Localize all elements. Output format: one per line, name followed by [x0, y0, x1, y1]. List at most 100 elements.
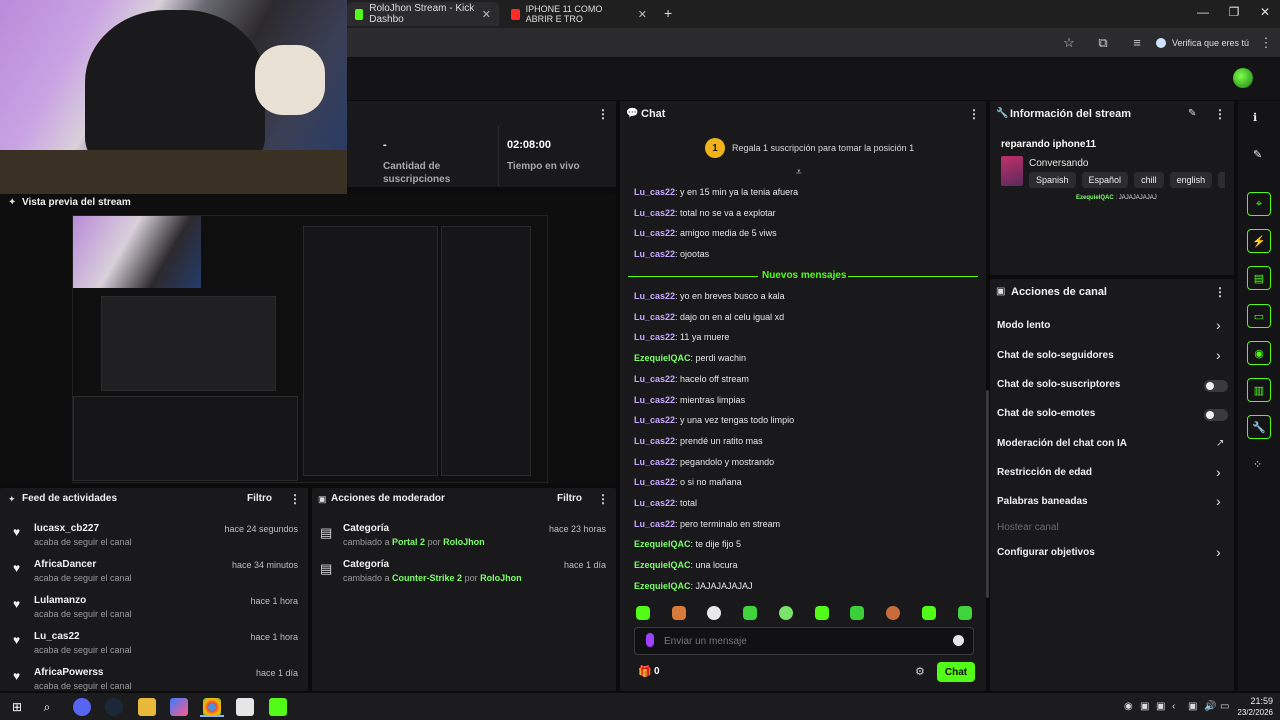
chrome-icon[interactable]	[203, 698, 221, 716]
volume-icon[interactable]: 🔊	[1204, 701, 1216, 712]
verify-identity-chip[interactable]: Verifica que eres tú	[1156, 33, 1249, 53]
kebab-menu-icon[interactable]: ⋮	[289, 492, 301, 506]
app-icon[interactable]	[236, 698, 254, 716]
stream-tag[interactable]: english	[1169, 172, 1213, 188]
gift-sub-promo[interactable]: Regala 1 suscripción para tomar la posic…	[732, 143, 914, 153]
toggle-switch[interactable]	[1204, 380, 1228, 392]
settings-gear-icon[interactable]: ⚙	[915, 665, 925, 678]
tray-app-icon[interactable]: ▣	[1188, 701, 1197, 712]
new-tab-button[interactable]: +	[664, 5, 672, 21]
channel-action-item[interactable]: Configurar objetivos	[997, 547, 1095, 558]
mod-target-link[interactable]: Portal 2	[392, 537, 425, 547]
feed-user-name[interactable]: Lulamanzo	[34, 595, 86, 606]
chat-username[interactable]: Lu_cas22	[634, 249, 675, 259]
channel-action-item[interactable]: Modo lento	[997, 320, 1050, 331]
windows-start-icon[interactable]: ⊞	[8, 698, 26, 716]
tab-youtube-video[interactable]: IPHONE 11 COMO ABRIR E TRO ✕	[503, 2, 655, 26]
feed-filter-button[interactable]: Filtro	[247, 493, 272, 504]
chat-message-input[interactable]	[664, 632, 934, 650]
broadcast-icon[interactable]: ◉	[1247, 341, 1271, 365]
kick-app-icon[interactable]	[269, 698, 287, 716]
chat-username[interactable]: Lu_cas22	[634, 477, 675, 487]
channel-action-item[interactable]: Chat de solo-seguidores	[997, 350, 1114, 361]
gift-icon[interactable]: 🎁	[638, 665, 652, 678]
channel-action-item[interactable]: Moderación del chat con IA	[997, 438, 1127, 449]
chat-username[interactable]: Lu_cas22	[634, 208, 675, 218]
tab-kick-dashboard[interactable]: RoloJhon Stream - Kick Dashbo ✕	[347, 2, 499, 26]
emote-icon[interactable]	[850, 606, 864, 620]
star-icon[interactable]: ☆	[1060, 34, 1078, 52]
send-chat-button[interactable]: Chat	[937, 662, 975, 682]
chat-username[interactable]: Lu_cas22	[634, 332, 675, 342]
emote-icon[interactable]	[636, 606, 650, 620]
chat-username[interactable]: EzequielQAC	[634, 560, 691, 570]
kebab-menu-icon[interactable]: ⋮	[1214, 107, 1226, 121]
chevron-right-icon[interactable]: ›	[1216, 493, 1221, 509]
emote-icon[interactable]	[779, 606, 793, 620]
emote-icon[interactable]	[815, 606, 829, 620]
info-icon[interactable]: ℹ	[1253, 111, 1257, 124]
close-window-button[interactable]: ✕	[1250, 5, 1280, 19]
chat-username[interactable]: Lu_cas22	[634, 457, 675, 467]
bolt-icon[interactable]: ⚡	[1247, 229, 1271, 253]
chat-username[interactable]: Lu_cas22	[634, 374, 675, 384]
mod-filter-button[interactable]: Filtro	[557, 493, 582, 504]
chevron-up-icon[interactable]: ‹	[1172, 701, 1175, 712]
chat-icon[interactable]: ▭	[1247, 304, 1271, 328]
pencil-icon[interactable]: ✎	[1253, 148, 1262, 161]
kebab-menu-icon[interactable]: ⋮	[1214, 285, 1226, 299]
chat-username[interactable]: Lu_cas22	[634, 415, 675, 425]
whatsapp-icon[interactable]: ◉	[1124, 701, 1133, 712]
chat-username[interactable]: Lu_cas22	[634, 187, 675, 197]
mic-icon[interactable]	[646, 633, 654, 647]
feed-user-name[interactable]: lucasx_cb227	[34, 523, 99, 534]
emote-icon[interactable]	[958, 606, 972, 620]
channel-action-item[interactable]: Chat de solo-suscriptores	[997, 379, 1120, 390]
minimize-button[interactable]: —	[1188, 5, 1218, 19]
chat-scrollbar[interactable]	[986, 390, 989, 598]
chat-username[interactable]: EzequielQAC	[634, 539, 691, 549]
channel-action-item[interactable]: Restricción de edad	[997, 467, 1092, 478]
channel-action-item[interactable]: Chat de solo-emotes	[997, 408, 1095, 419]
close-icon[interactable]: ✕	[482, 8, 491, 21]
collapse-icon[interactable]: ⩡	[796, 167, 802, 178]
wrench-tool-icon[interactable]: 🔧	[1247, 415, 1271, 439]
document-icon[interactable]: ▤	[1247, 266, 1271, 290]
emote-icon[interactable]	[743, 606, 757, 620]
toggle-switch[interactable]	[1204, 409, 1228, 421]
chat-username[interactable]: Lu_cas22	[634, 312, 675, 322]
media-controls-icon[interactable]: ≡	[1128, 34, 1146, 52]
search-icon[interactable]: ⌕	[38, 698, 56, 716]
panel-icon[interactable]: ▥	[1247, 378, 1271, 402]
mod-user-link[interactable]: RoloJhon	[443, 537, 485, 547]
external-link-icon[interactable]: ↗	[1216, 438, 1224, 449]
mod-target-link[interactable]: Counter-Strike 2	[392, 573, 462, 583]
chat-username[interactable]: Lu_cas22	[634, 228, 675, 238]
edit-pencil-icon[interactable]: ✎	[1188, 108, 1196, 119]
chevron-right-icon[interactable]: ›	[1216, 544, 1221, 560]
file-explorer-icon[interactable]	[138, 698, 156, 716]
stream-tag[interactable]: Spanish	[1029, 172, 1076, 188]
emote-icon[interactable]	[672, 606, 686, 620]
stream-tag[interactable]: Español	[1081, 172, 1129, 188]
chevron-right-icon[interactable]: ›	[1216, 317, 1221, 333]
clock-time[interactable]: 21:59	[1237, 696, 1273, 706]
tray-app-icon[interactable]: ▣	[1140, 701, 1149, 712]
feed-user-name[interactable]: AfricaDancer	[34, 559, 96, 570]
chat-username[interactable]: EzequielQAC	[634, 581, 691, 591]
kebab-menu-icon[interactable]: ⋮	[968, 107, 980, 121]
emote-icon[interactable]	[922, 606, 936, 620]
channel-action-item[interactable]: Palabras baneadas	[997, 496, 1088, 507]
chat-username[interactable]: Lu_cas22	[634, 291, 675, 301]
chevron-right-icon[interactable]: ›	[1216, 464, 1221, 480]
stream-tag[interactable]: fu	[1218, 172, 1225, 188]
browser-menu-icon[interactable]: ⋮	[1257, 34, 1275, 52]
clock-date[interactable]: 23/2/2026	[1230, 708, 1273, 717]
emoji-icon[interactable]	[953, 635, 964, 646]
mod-user-link[interactable]: RoloJhon	[480, 573, 522, 583]
tray-app-icon[interactable]: ▣	[1156, 701, 1165, 712]
restore-button[interactable]: ❐	[1219, 5, 1249, 19]
copilot-icon[interactable]	[170, 698, 188, 716]
steam-icon[interactable]	[105, 698, 123, 716]
chat-username[interactable]: Lu_cas22	[634, 436, 675, 446]
